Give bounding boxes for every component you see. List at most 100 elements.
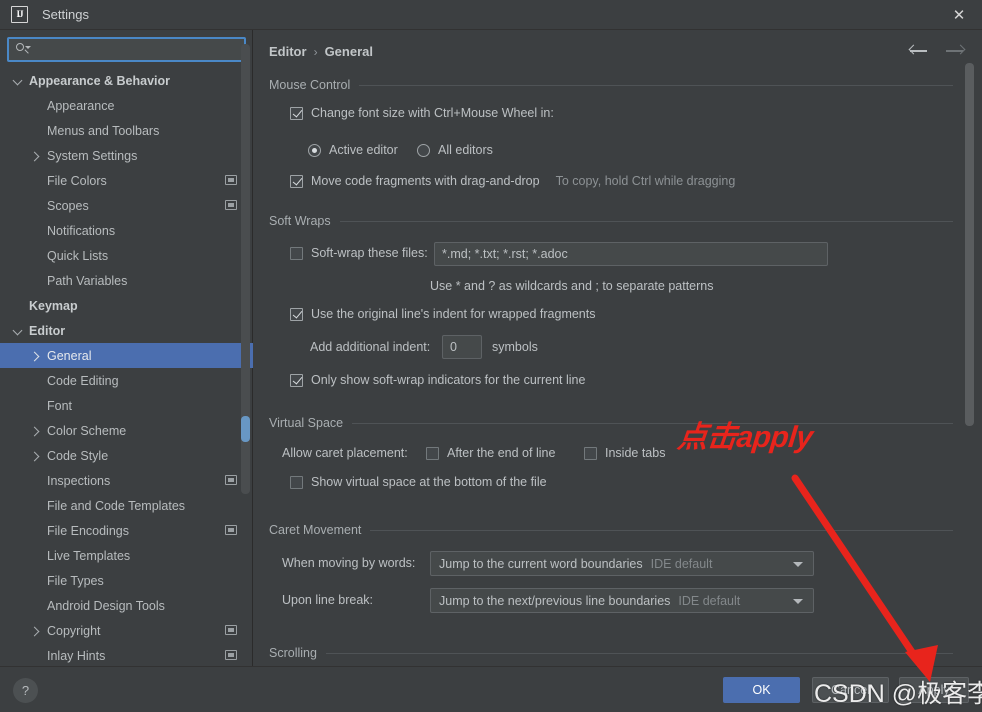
sidebar-item-font[interactable]: Font [0, 393, 253, 418]
sidebar-item-appearance-behavior[interactable]: Appearance & Behavior [0, 68, 253, 93]
apply-button[interactable]: Apply [899, 677, 969, 703]
section-divider [339, 220, 953, 222]
chevron-right-icon[interactable] [30, 450, 42, 462]
sidebar-item-editor[interactable]: Editor [0, 318, 253, 343]
sidebar-item-file-types[interactable]: File Types [0, 568, 253, 593]
when-moving-by-words-dropdown[interactable]: Jump to the current word boundaries IDE … [430, 551, 814, 576]
chevron-down-icon[interactable] [12, 325, 24, 337]
content-scrollbar[interactable] [965, 63, 974, 663]
wildcard-hint-row: Use * and ? as wildcards and ; to separa… [430, 279, 714, 293]
sidebar-item-notifications[interactable]: Notifications [0, 218, 253, 243]
sidebar-item-scopes[interactable]: Scopes [0, 193, 253, 218]
arrow-placeholder [30, 475, 42, 487]
sidebar-item-label: Copyright [47, 623, 101, 638]
back-arrow-icon[interactable] [908, 42, 930, 60]
settings-sidebar: Appearance & Behavior Appearance Menus and… [0, 30, 253, 666]
inside-tabs-row[interactable]: Inside tabs [584, 446, 665, 460]
section-title: Caret Movement [269, 523, 362, 537]
soft-wrap-files-checkbox[interactable] [290, 246, 303, 260]
original-indent-row[interactable]: Use the original line's indent for wrapp… [290, 307, 596, 321]
sidebar-item-live-templates[interactable]: Live Templates [0, 543, 253, 568]
all-editors-radio[interactable] [417, 143, 430, 157]
settings-tree[interactable]: Appearance & Behavior Appearance Menus and… [0, 68, 253, 666]
soft-wrap-files-input[interactable] [434, 242, 828, 266]
chevron-down-icon[interactable] [12, 75, 24, 87]
chevron-right-icon[interactable] [30, 150, 42, 162]
sidebar-item-label: Keymap [29, 298, 78, 313]
original-indent-checkbox[interactable] [290, 307, 303, 321]
upon-line-break-label: Upon line break: [282, 593, 374, 607]
close-icon[interactable]: ✕ [936, 0, 982, 29]
sidebar-item-android-design-tools[interactable]: Android Design Tools [0, 593, 253, 618]
drag-and-drop-checkbox[interactable] [290, 174, 303, 188]
chevron-right-icon[interactable] [30, 425, 42, 437]
chevron-right-icon[interactable] [30, 350, 42, 362]
configurable-settings-icon [225, 200, 237, 210]
cancel-button[interactable]: Cancel [812, 677, 889, 703]
sidebar-item-menus-and-toolbars[interactable]: Menus and Toolbars [0, 118, 253, 143]
drag-and-drop-hint: To copy, hold Ctrl while dragging [555, 174, 736, 188]
sidebar-item-inspections[interactable]: Inspections [0, 468, 253, 493]
sidebar-item-appearance[interactable]: Appearance [0, 93, 253, 118]
arrow-placeholder [30, 275, 42, 287]
sidebar-item-code-editing[interactable]: Code Editing [0, 368, 253, 393]
breadcrumb: Editor › General [269, 44, 373, 59]
settings-dialog: IJ Settings ✕ Appearance & Behavior Appea… [0, 0, 982, 712]
change-font-size-row[interactable]: Change font size with Ctrl+Mouse Wheel i… [290, 106, 554, 120]
show-virtual-space-row[interactable]: Show virtual space at the bottom of the … [290, 475, 547, 489]
search-input[interactable] [30, 42, 244, 57]
section-header-scrolling: Scrolling [269, 646, 953, 660]
ok-button[interactable]: OK [723, 677, 800, 703]
breadcrumb-parent[interactable]: Editor [269, 44, 307, 59]
sidebar-item-code-style[interactable]: Code Style [0, 443, 253, 468]
arrow-placeholder [30, 250, 42, 262]
arrow-placeholder [30, 225, 42, 237]
sidebar-item-color-scheme[interactable]: Color Scheme [0, 418, 253, 443]
additional-indent-input[interactable] [442, 335, 482, 359]
change-font-size-checkbox[interactable] [290, 106, 303, 120]
show-virtual-space-label: Show virtual space at the bottom of the … [311, 475, 547, 489]
sidebar-item-copyright[interactable]: Copyright [0, 618, 253, 643]
arrow-placeholder [30, 125, 42, 137]
sidebar-item-inlay-hints[interactable]: Inlay Hints [0, 643, 253, 666]
soft-wrap-files-row[interactable]: Soft-wrap these files: [290, 246, 428, 260]
forward-arrow-icon[interactable] [944, 42, 966, 60]
sidebar-scrollbar[interactable] [241, 44, 250, 494]
content-scrollbar-thumb[interactable] [965, 63, 974, 426]
after-end-of-line-label: After the end of line [447, 446, 556, 460]
active-editor-radio-row[interactable]: Active editor [308, 143, 398, 157]
sidebar-item-quick-lists[interactable]: Quick Lists [0, 243, 253, 268]
after-end-of-line-row[interactable]: After the end of line [426, 446, 555, 460]
all-editors-radio-row[interactable]: All editors [417, 143, 493, 157]
configurable-settings-icon [225, 175, 237, 185]
search-box[interactable] [7, 37, 246, 62]
show-virtual-space-checkbox[interactable] [290, 475, 303, 489]
only-current-line-row[interactable]: Only show soft-wrap indicators for the c… [290, 373, 585, 387]
drag-and-drop-label: Move code fragments with drag-and-drop [311, 174, 540, 188]
chevron-right-icon[interactable] [30, 625, 42, 637]
only-current-line-checkbox[interactable] [290, 373, 303, 387]
section-title: Soft Wraps [269, 214, 331, 228]
active-editor-radio[interactable] [308, 143, 321, 157]
sidebar-item-path-variables[interactable]: Path Variables [0, 268, 253, 293]
original-indent-label: Use the original line's indent for wrapp… [311, 307, 596, 321]
sidebar-item-label: Appearance [47, 98, 115, 113]
section-title: Scrolling [269, 646, 317, 660]
arrow-placeholder [30, 175, 42, 187]
sidebar-item-system-settings[interactable]: System Settings [0, 143, 253, 168]
arrow-placeholder [30, 550, 42, 562]
allow-caret-label-row: Allow caret placement: [282, 446, 408, 460]
sidebar-item-label: Notifications [47, 223, 116, 238]
sidebar-item-label: Menus and Toolbars [47, 123, 160, 138]
inside-tabs-checkbox[interactable] [584, 446, 597, 460]
help-icon[interactable]: ? [13, 678, 38, 703]
upon-line-break-dropdown[interactable]: Jump to the next/previous line boundarie… [430, 588, 814, 613]
after-end-of-line-checkbox[interactable] [426, 446, 439, 460]
sidebar-scrollbar-thumb[interactable] [241, 416, 250, 442]
sidebar-item-file-colors[interactable]: File Colors [0, 168, 253, 193]
sidebar-item-keymap[interactable]: Keymap [0, 293, 253, 318]
drag-and-drop-row[interactable]: Move code fragments with drag-and-drop T… [290, 174, 735, 188]
sidebar-item-general[interactable]: General [0, 343, 253, 368]
sidebar-item-file-and-code-templates[interactable]: File and Code Templates [0, 493, 253, 518]
sidebar-item-file-encodings[interactable]: File Encodings [0, 518, 253, 543]
